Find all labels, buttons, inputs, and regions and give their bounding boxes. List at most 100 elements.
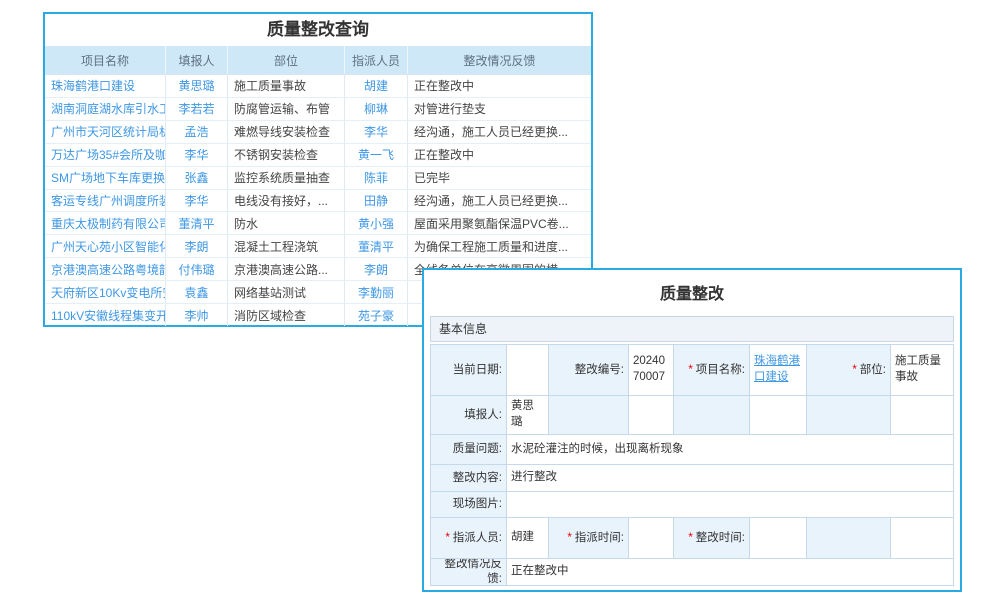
form-label-empty — [807, 518, 891, 558]
form-row: 填报人:黄思璐 — [431, 395, 953, 434]
reporter-link[interactable]: 孟浩 — [166, 121, 228, 143]
assignee-link[interactable]: 胡建 — [345, 75, 408, 97]
reporter-link[interactable]: 董清平 — [166, 212, 228, 234]
project-link[interactable]: 重庆太极制药有限公司亳州 — [45, 212, 166, 234]
form-field[interactable]: 黄思璐 — [507, 396, 549, 434]
project-link[interactable]: 广州天心苑小区智能化系统 — [45, 235, 166, 257]
project-name-link[interactable]: 珠海鹤港口建设 — [750, 345, 807, 395]
part-cell: 防腐管运输、布管 — [228, 98, 345, 120]
assignee-link[interactable]: 田静 — [345, 190, 408, 212]
form-label: *项目名称: — [674, 345, 750, 395]
project-link[interactable]: 客运专线广州调度所装修项 — [45, 190, 166, 212]
table-row: 珠海鹤港口建设黄思璐施工质量事故胡建正在整改中 — [45, 75, 591, 98]
table-row: 广州天心苑小区智能化系统李朗混凝土工程浇筑董清平为确保工程施工质量和进度... — [45, 235, 591, 258]
reporter-link[interactable]: 李华 — [166, 144, 228, 166]
form-field[interactable] — [891, 396, 951, 434]
form-label: 填报人: — [431, 396, 507, 434]
column-header: 项目名称 — [45, 46, 166, 74]
form-field[interactable]: 进行整改 — [507, 465, 951, 491]
form-field[interactable]: 施工质量事故 — [891, 345, 951, 395]
query-panel-title: 质量整改查询 — [45, 14, 591, 46]
form-label: *整改时间: — [674, 518, 750, 558]
form-field[interactable]: 胡建 — [507, 518, 549, 558]
reporter-link[interactable]: 张鑫 — [166, 167, 228, 189]
column-header: 指派人员 — [345, 46, 408, 74]
form-label: 质量问题: — [431, 435, 507, 464]
required-mark: * — [445, 531, 449, 546]
feedback-cell: 为确保工程施工质量和进度... — [408, 235, 591, 257]
page: 质量整改查询 项目名称填报人部位指派人员整改情况反馈 珠海鹤港口建设黄思璐施工质… — [0, 0, 1000, 600]
project-link[interactable]: 京港澳高速公路粤境韶关至 — [45, 258, 166, 280]
assignee-link[interactable]: 李朗 — [345, 258, 408, 280]
form-label: *部位: — [807, 345, 891, 395]
assignee-link[interactable]: 李勤丽 — [345, 281, 408, 303]
part-cell: 监控系统质量抽查 — [228, 167, 345, 189]
assignee-link[interactable]: 董清平 — [345, 235, 408, 257]
assignee-link[interactable]: 黄小强 — [345, 212, 408, 234]
feedback-cell: 正在整改中 — [408, 75, 591, 97]
reporter-link[interactable]: 李华 — [166, 190, 228, 212]
table-row: 广州市天河区统计局机房改孟浩难燃导线安装检查李华经沟通，施工人员已经更换... — [45, 121, 591, 144]
reporter-link[interactable]: 袁鑫 — [166, 281, 228, 303]
project-link[interactable]: 广州市天河区统计局机房改 — [45, 121, 166, 143]
form-label: 整改内容: — [431, 465, 507, 491]
table-row: 重庆太极制药有限公司亳州董清平防水黄小强屋面采用聚氨酯保温PVC卷... — [45, 212, 591, 235]
form-row: 当前日期:整改编号:2024070007*项目名称:珠海鹤港口建设*部位:施工质… — [431, 345, 953, 395]
assignee-link[interactable]: 李华 — [345, 121, 408, 143]
form-field[interactable] — [629, 518, 674, 558]
form-label: *指派人员: — [431, 518, 507, 558]
form-field[interactable] — [507, 492, 951, 517]
reporter-link[interactable]: 李帅 — [166, 304, 228, 326]
project-link[interactable]: 110kV安徽线程集变开断线 — [45, 304, 166, 326]
form-row: 整改内容:进行整改 — [431, 464, 953, 491]
assignee-link[interactable]: 柳琳 — [345, 98, 408, 120]
project-link[interactable]: 万达广场35#会所及咖啡厅 — [45, 144, 166, 166]
form-field[interactable] — [750, 396, 807, 434]
form-field[interactable]: 正在整改中 — [507, 559, 951, 585]
project-link[interactable]: SM广场地下车库更换摄像 — [45, 167, 166, 189]
reporter-link[interactable]: 李朗 — [166, 235, 228, 257]
form-label: 整改情况反馈: — [431, 559, 507, 585]
part-cell: 施工质量事故 — [228, 75, 345, 97]
form-field[interactable] — [750, 518, 807, 558]
reporter-link[interactable]: 付伟璐 — [166, 258, 228, 280]
form-label-empty — [674, 396, 750, 434]
project-link[interactable]: 湖南洞庭湖水库引水工程施 — [45, 98, 166, 120]
form-row: 整改情况反馈:正在整改中 — [431, 558, 953, 585]
feedback-cell: 经沟通，施工人员已经更换... — [408, 121, 591, 143]
assignee-link[interactable]: 陈菲 — [345, 167, 408, 189]
part-cell: 电线没有接好，... — [228, 190, 345, 212]
part-cell: 难燃导线安装检查 — [228, 121, 345, 143]
form-field[interactable]: 2024070007 — [629, 345, 674, 395]
form-field[interactable] — [891, 518, 951, 558]
query-table-header: 项目名称填报人部位指派人员整改情况反馈 — [45, 46, 591, 75]
project-link[interactable]: 珠海鹤港口建设 — [45, 75, 166, 97]
table-row: 万达广场35#会所及咖啡厅李华不锈钢安装检查黄一飞正在整改中 — [45, 144, 591, 167]
form-row: 现场图片: — [431, 491, 953, 517]
form-label: 当前日期: — [431, 345, 507, 395]
assignee-link[interactable]: 苑子豪 — [345, 304, 408, 326]
project-link[interactable]: 天府新区10Kv变电所安装工 — [45, 281, 166, 303]
feedback-cell: 经沟通，施工人员已经更换... — [408, 190, 591, 212]
table-row: 客运专线广州调度所装修项李华电线没有接好，...田静经沟通，施工人员已经更换..… — [45, 190, 591, 213]
form-label-empty — [549, 396, 629, 434]
form-row: 质量问题:水泥砼灌注的时候，出现离析现象 — [431, 434, 953, 464]
table-row: 湖南洞庭湖水库引水工程施李若若防腐管运输、布管柳琳对管进行垫支 — [45, 98, 591, 121]
section-header-basic-info: 基本信息 — [430, 316, 954, 342]
reporter-link[interactable]: 李若若 — [166, 98, 228, 120]
reporter-link[interactable]: 黄思璐 — [166, 75, 228, 97]
feedback-cell: 已完毕 — [408, 167, 591, 189]
required-mark: * — [688, 363, 692, 378]
form-field[interactable] — [507, 345, 549, 395]
feedback-cell: 正在整改中 — [408, 144, 591, 166]
form-label-empty — [807, 396, 891, 434]
part-cell: 防水 — [228, 212, 345, 234]
part-cell: 不锈钢安装检查 — [228, 144, 345, 166]
required-mark: * — [688, 531, 692, 546]
assignee-link[interactable]: 黄一飞 — [345, 144, 408, 166]
form-field[interactable]: 水泥砼灌注的时候，出现离析现象 — [507, 435, 951, 464]
part-cell: 京港澳高速公路... — [228, 258, 345, 280]
form-field[interactable] — [629, 396, 674, 434]
required-mark: * — [852, 363, 856, 378]
part-cell: 网络基站测试 — [228, 281, 345, 303]
